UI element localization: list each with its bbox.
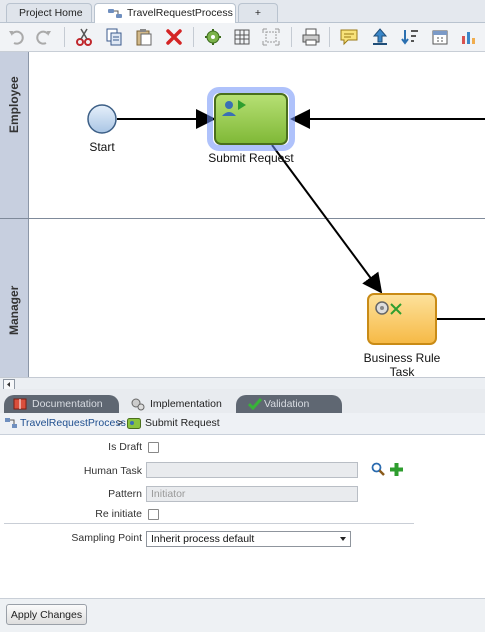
business-rule-label: Business Rule Task [363,351,441,377]
user-task-icon [127,418,141,429]
submit-request-task[interactable] [214,93,288,145]
tab-label: Project Home [19,7,83,19]
reinitiate-checkbox[interactable] [148,509,159,520]
chevron-down-icon [340,537,346,541]
apply-changes-button[interactable]: Apply Changes [6,604,87,625]
publish-icon[interactable] [370,27,390,47]
process-canvas[interactable]: Employee Manager Start Submit Request Bu… [0,52,485,377]
gears-icon [131,398,145,411]
start-event[interactable] [87,104,117,134]
flow-diagram [87,87,485,345]
properties-form: Is Draft Human Task Pattern Initiator Re… [0,435,485,598]
tab-add[interactable]: + [238,3,278,22]
breadcrumb-process-link[interactable]: TravelRequestProcess [20,413,126,434]
toolbar [0,23,485,52]
is-draft-label: Is Draft [108,441,142,453]
editor-tab-bar: Project Home TravelRequestProcess + [0,0,485,23]
comment-icon[interactable] [339,27,359,47]
checkmark-icon [248,398,262,410]
sampling-point-select[interactable]: Inherit process default [146,531,351,547]
start-label: Start [89,140,115,154]
undo-icon[interactable] [6,27,26,47]
chart-icon[interactable] [459,27,479,47]
toolbar-separator [193,27,194,47]
arrow-left-icon [7,382,10,387]
breadcrumb-activity: Submit Request [145,417,220,429]
tab-travel-request-process[interactable]: TravelRequestProcess [94,3,236,23]
tab-label: TravelRequestProcess [127,7,233,19]
tab-implementation-label: Implementation [150,398,222,410]
paste-icon[interactable] [134,27,154,47]
toolbar-separator [291,27,292,47]
search-icon[interactable] [371,462,385,476]
grid-icon[interactable] [232,27,252,47]
redo-icon[interactable] [34,27,54,47]
book-icon [13,398,27,410]
sort-icon[interactable] [400,27,420,47]
cut-icon[interactable] [74,27,94,47]
is-draft-checkbox[interactable] [148,442,159,453]
tab-project-home[interactable]: Project Home [6,3,92,22]
tab-documentation-label: Documentation [32,398,103,410]
sampling-point-value: Inherit process default [151,533,255,545]
fit-icon[interactable] [261,27,281,47]
breadcrumb: TravelRequestProcess > Submit Request [0,413,485,435]
copy-icon[interactable] [104,27,124,47]
validate-icon[interactable] [203,27,223,47]
process-icon [5,418,17,428]
sequence-flow-submit-rule[interactable] [271,144,383,294]
add-tab-label: + [254,7,262,19]
process-icon [108,9,122,18]
breadcrumb-separator: > [117,417,124,429]
property-tabs: Documentation Implementation Validation [0,389,485,413]
human-task-label: Human Task [83,465,142,477]
print-icon[interactable] [301,27,321,47]
pattern-field[interactable]: Initiator [146,486,358,502]
calendar-icon[interactable] [430,27,450,47]
sampling-point-label: Sampling Point [71,532,142,544]
human-task-field[interactable] [146,462,358,478]
pattern-label: Pattern [108,488,142,500]
delete-icon[interactable] [164,27,184,47]
business-rule-task[interactable] [367,293,437,345]
bottom-bar: Apply Changes [0,598,485,632]
tab-implementation[interactable]: Implementation [122,395,234,413]
tab-validation[interactable]: Validation [236,395,342,413]
submit-request-label: Submit Request [208,151,294,165]
toolbar-separator [64,27,65,47]
tab-validation-label: Validation [264,398,310,410]
form-divider [4,523,414,524]
add-icon[interactable] [389,462,404,477]
tab-documentation[interactable]: Documentation [4,395,119,413]
toolbar-separator [329,27,330,47]
reinitiate-label: Re initiate [95,508,142,520]
